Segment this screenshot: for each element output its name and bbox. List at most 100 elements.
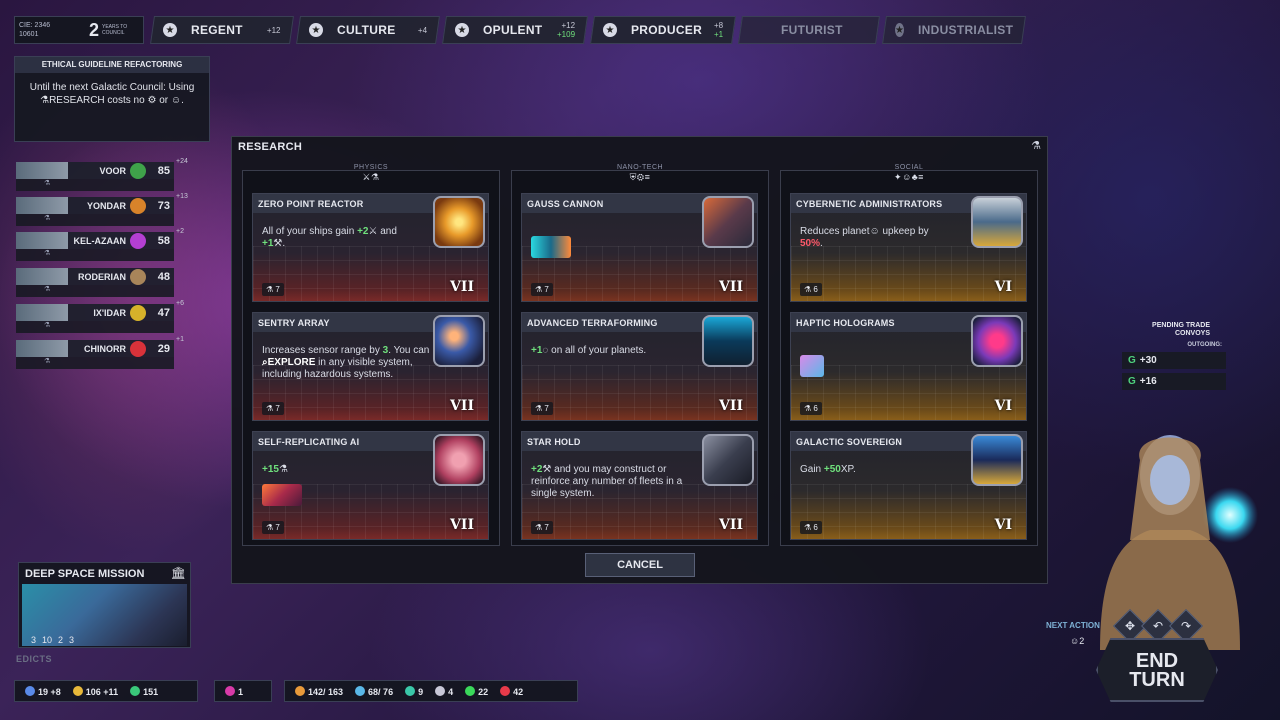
victory-industrialist[interactable]: ★ INDUSTRIALIST bbox=[882, 16, 1026, 44]
tech-tier: VII bbox=[719, 279, 743, 295]
years-number: 2 bbox=[89, 19, 100, 40]
empire-delta: +1 bbox=[176, 336, 184, 343]
empire-portrait bbox=[16, 162, 68, 179]
tech-cybernetic-administrators[interactable]: CYBERNETIC ADMINISTRATORS Reduces planet… bbox=[790, 193, 1027, 302]
tech-gauss-cannon[interactable]: GAUSS CANNON ⚗ 7 VII bbox=[521, 193, 758, 302]
research-cost: ⚗ 7 bbox=[262, 283, 284, 296]
empire-portrait bbox=[16, 304, 68, 321]
tech-tier: VI bbox=[994, 279, 1012, 295]
credits-icon: G bbox=[1128, 376, 1136, 387]
empire-emblem-icon bbox=[130, 340, 146, 357]
credits-icon: G bbox=[1128, 355, 1136, 366]
victory-regent[interactable]: ★ REGENT +12 bbox=[150, 16, 294, 44]
empire-name: CHINORR bbox=[84, 343, 126, 354]
victory-producer[interactable]: ★ PRODUCER +8 +1 bbox=[590, 16, 736, 44]
tech-tier: VII bbox=[719, 398, 743, 414]
empire-entry[interactable]: KEL-AZAAN 58 ⚗ bbox=[16, 232, 174, 262]
population-icon bbox=[25, 685, 35, 696]
tech-sentry-array[interactable]: SENTRY ARRAY Increases sensor range by 3… bbox=[252, 312, 489, 421]
star-icon: ★ bbox=[163, 23, 177, 37]
empire-emblem-icon bbox=[130, 232, 146, 249]
empire-status: ⚗ bbox=[16, 179, 174, 191]
star-icon: ★ bbox=[895, 23, 904, 37]
tech-self-replicating-ai[interactable]: SELF-REPLICATING AI +15⚗ ⚗ 7 VII bbox=[252, 431, 489, 540]
edicts-label[interactable]: EDICTS bbox=[16, 654, 52, 664]
tech-haptic-holograms[interactable]: HAPTIC HOLOGRAMS ⚗ 6 VI bbox=[790, 312, 1027, 421]
resource-bar-influence: 1 bbox=[214, 680, 272, 702]
ethical-title: ETHICAL GUIDELINE REFACTORING bbox=[15, 57, 209, 73]
victory-culture[interactable]: ★ CULTURE +4 bbox=[296, 16, 440, 44]
end-turn-button[interactable]: END TURN bbox=[1096, 638, 1218, 702]
arrows-icon: ✥ bbox=[1124, 619, 1136, 633]
empire-portrait bbox=[16, 197, 68, 214]
empire-score: 58 bbox=[157, 234, 170, 247]
empire-entry[interactable]: RODERIAN 48 ⚗ bbox=[16, 268, 174, 298]
empire-emblem-icon bbox=[130, 197, 146, 214]
empire-entry[interactable]: CHINORR 29 ⚗ bbox=[16, 340, 174, 370]
empire-emblem-icon bbox=[130, 304, 146, 321]
tech-tier: VI bbox=[994, 517, 1012, 533]
trade-icon bbox=[405, 685, 416, 696]
convoy-row[interactable]: G +16 bbox=[1122, 373, 1226, 390]
empire-name: KEL-AZAAN bbox=[73, 235, 127, 246]
empire-score: 73 bbox=[157, 199, 170, 212]
tech-star-hold[interactable]: STAR HOLD +2⚒ and you may construct or r… bbox=[521, 431, 758, 540]
social-header: SOCIAL ✦☺♣≡ bbox=[894, 164, 924, 182]
tech-zero-point-reactor[interactable]: ZERO POINT REACTOR All of your ships gai… bbox=[252, 193, 489, 302]
fleet-supply-icon bbox=[295, 685, 305, 696]
ship-weapon-icon bbox=[531, 236, 571, 258]
cie-sub: 10601 bbox=[19, 31, 39, 38]
empire-portrait bbox=[16, 268, 68, 285]
nanotech-header: NANO-TECH ⛨⚙≡ bbox=[616, 164, 664, 182]
tech-galactic-sovereign[interactable]: GALACTIC SOVEREIGN Gain +50XP. ⚗ 6 VI bbox=[790, 431, 1027, 540]
empire-delta: +13 bbox=[176, 193, 188, 200]
trade-convoys-panel: PENDING TRADE CONVOYS OUTGOING: G +30 G +1… bbox=[1122, 322, 1226, 398]
empire-entry[interactable]: YONDAR 73 ⚗ bbox=[16, 197, 174, 227]
empire-status: ⚗ bbox=[16, 321, 174, 333]
research-cost: ⚗ 6 bbox=[800, 283, 822, 296]
culture-icon bbox=[435, 685, 446, 696]
empire-score: 47 bbox=[157, 306, 170, 319]
star-icon: ★ bbox=[309, 23, 323, 37]
convoys-title: PENDING TRADE CONVOYS bbox=[1152, 322, 1210, 337]
years-label: YEARS TO COUNCIL bbox=[102, 24, 128, 36]
bank-icon: 🏛 bbox=[170, 566, 186, 580]
industry-count: 10 bbox=[42, 635, 53, 645]
population-count: 3 bbox=[31, 635, 37, 645]
empire-status: ⚗ bbox=[16, 214, 174, 226]
convoys-outgoing: OUTGOING: bbox=[1187, 342, 1222, 348]
next-action-label: NEXT ACTION bbox=[1046, 621, 1100, 630]
empire-emblem-icon bbox=[130, 268, 146, 285]
deep-space-title: DEEP SPACE MISSION bbox=[25, 568, 145, 580]
deep-space-mission-panel[interactable]: DEEP SPACE MISSION 🏛 3 10 2 3 bbox=[18, 562, 191, 648]
resource-count: 3 bbox=[69, 635, 75, 645]
empire-name: RODERIAN bbox=[77, 271, 126, 282]
cancel-button[interactable]: CANCEL bbox=[585, 553, 695, 577]
empire-entry[interactable]: VOOR 85 ⚗ bbox=[16, 162, 174, 192]
empire-delta: +2 bbox=[176, 228, 184, 235]
next-action-value: ☺2 bbox=[1070, 636, 1085, 646]
research-cost: ⚗ 7 bbox=[531, 283, 553, 296]
military-icon bbox=[500, 685, 511, 696]
empire-delta: +6 bbox=[176, 300, 184, 307]
resource-bar-strategic: 142/ 163 68/ 76 9 4 22 42 bbox=[284, 680, 578, 702]
research-cost: ⚗ 6 bbox=[800, 402, 822, 415]
tech-advanced-terraforming[interactable]: ADVANCED TERRAFORMING +1◌ on all of your… bbox=[521, 312, 758, 421]
starship-icon bbox=[702, 434, 754, 486]
victory-opulent[interactable]: ★ OPULENT +12 +109 bbox=[442, 16, 588, 44]
ethical-guideline-panel: ETHICAL GUIDELINE REFACTORING Until the … bbox=[14, 56, 210, 142]
tech-tier: VI bbox=[994, 398, 1012, 414]
empire-status: ⚗ bbox=[16, 357, 174, 369]
brain-icon bbox=[433, 434, 485, 486]
ethical-body: Until the next Galactic Council: Using ⚗… bbox=[29, 82, 195, 106]
empire-entry[interactable]: IX'IDAR 47 ⚗ bbox=[16, 304, 174, 334]
undo-icon: ↶ bbox=[1152, 619, 1164, 633]
administrators-icon bbox=[971, 196, 1023, 248]
empire-status: ⚗ bbox=[16, 285, 174, 297]
approval-icon bbox=[465, 685, 476, 696]
convoy-row[interactable]: G +30 bbox=[1122, 352, 1226, 369]
reactor-icon bbox=[433, 196, 485, 248]
credits-icon bbox=[130, 685, 141, 696]
victory-futurist[interactable]: FUTURIST bbox=[738, 16, 880, 44]
city-icon bbox=[702, 315, 754, 367]
